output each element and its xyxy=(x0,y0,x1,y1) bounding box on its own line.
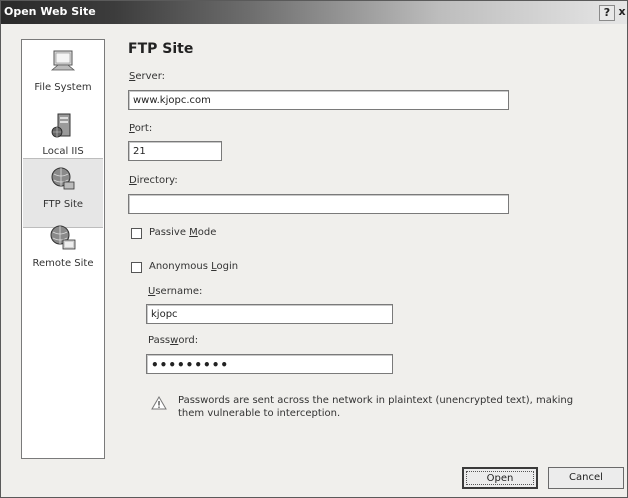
warning-icon xyxy=(151,396,167,410)
password-field[interactable]: ••••••••• xyxy=(146,354,393,374)
help-button[interactable]: ? xyxy=(599,5,615,21)
sidebar-item-label: FTP Site xyxy=(42,199,84,210)
remote-site-icon xyxy=(50,225,76,250)
open-web-site-dialog: Open Web Site ? x File System Local IIS xyxy=(0,0,628,498)
directory-field[interactable] xyxy=(128,194,509,214)
sidebar-item-file-system[interactable]: File System xyxy=(23,42,103,110)
anonymous-login-label[interactable]: Anonymous Login xyxy=(149,261,238,272)
sidebar-item-label: File System xyxy=(34,82,92,93)
username-field[interactable]: kjopc xyxy=(146,304,393,324)
server-field[interactable]: www.kjopc.com xyxy=(128,90,509,110)
title-bar[interactable]: Open Web Site ? x xyxy=(1,1,627,24)
cancel-button[interactable]: Cancel xyxy=(548,467,624,489)
open-button[interactable]: Open xyxy=(462,467,538,489)
local-iis-icon xyxy=(51,113,71,138)
sidebar-item-remote-site[interactable]: Remote Site xyxy=(23,218,103,286)
port-field[interactable]: 21 xyxy=(128,141,222,161)
sidebar-item-label: Local IIS xyxy=(42,146,84,157)
directory-label: Directory: xyxy=(129,175,178,186)
passive-mode-label[interactable]: Passive Mode xyxy=(149,227,216,238)
close-button[interactable]: x xyxy=(615,5,628,19)
window-title: Open Web Site xyxy=(4,5,96,18)
password-warning-text: Passwords are sent across the network in… xyxy=(178,395,574,419)
server-label: Server: xyxy=(129,71,165,82)
password-label: Password: xyxy=(148,335,199,346)
username-label: Username: xyxy=(148,286,203,297)
file-system-icon xyxy=(50,50,76,71)
focus-rect xyxy=(466,471,534,485)
location-sidebar: File System Local IIS FTP Site Remote Si… xyxy=(21,39,105,459)
anonymous-login-checkbox[interactable] xyxy=(131,262,142,273)
sidebar-item-label: Remote Site xyxy=(32,258,94,269)
port-label: Port: xyxy=(129,123,153,134)
passive-mode-checkbox[interactable] xyxy=(131,228,142,239)
page-title: FTP Site xyxy=(128,41,194,57)
ftp-site-icon xyxy=(51,167,75,190)
